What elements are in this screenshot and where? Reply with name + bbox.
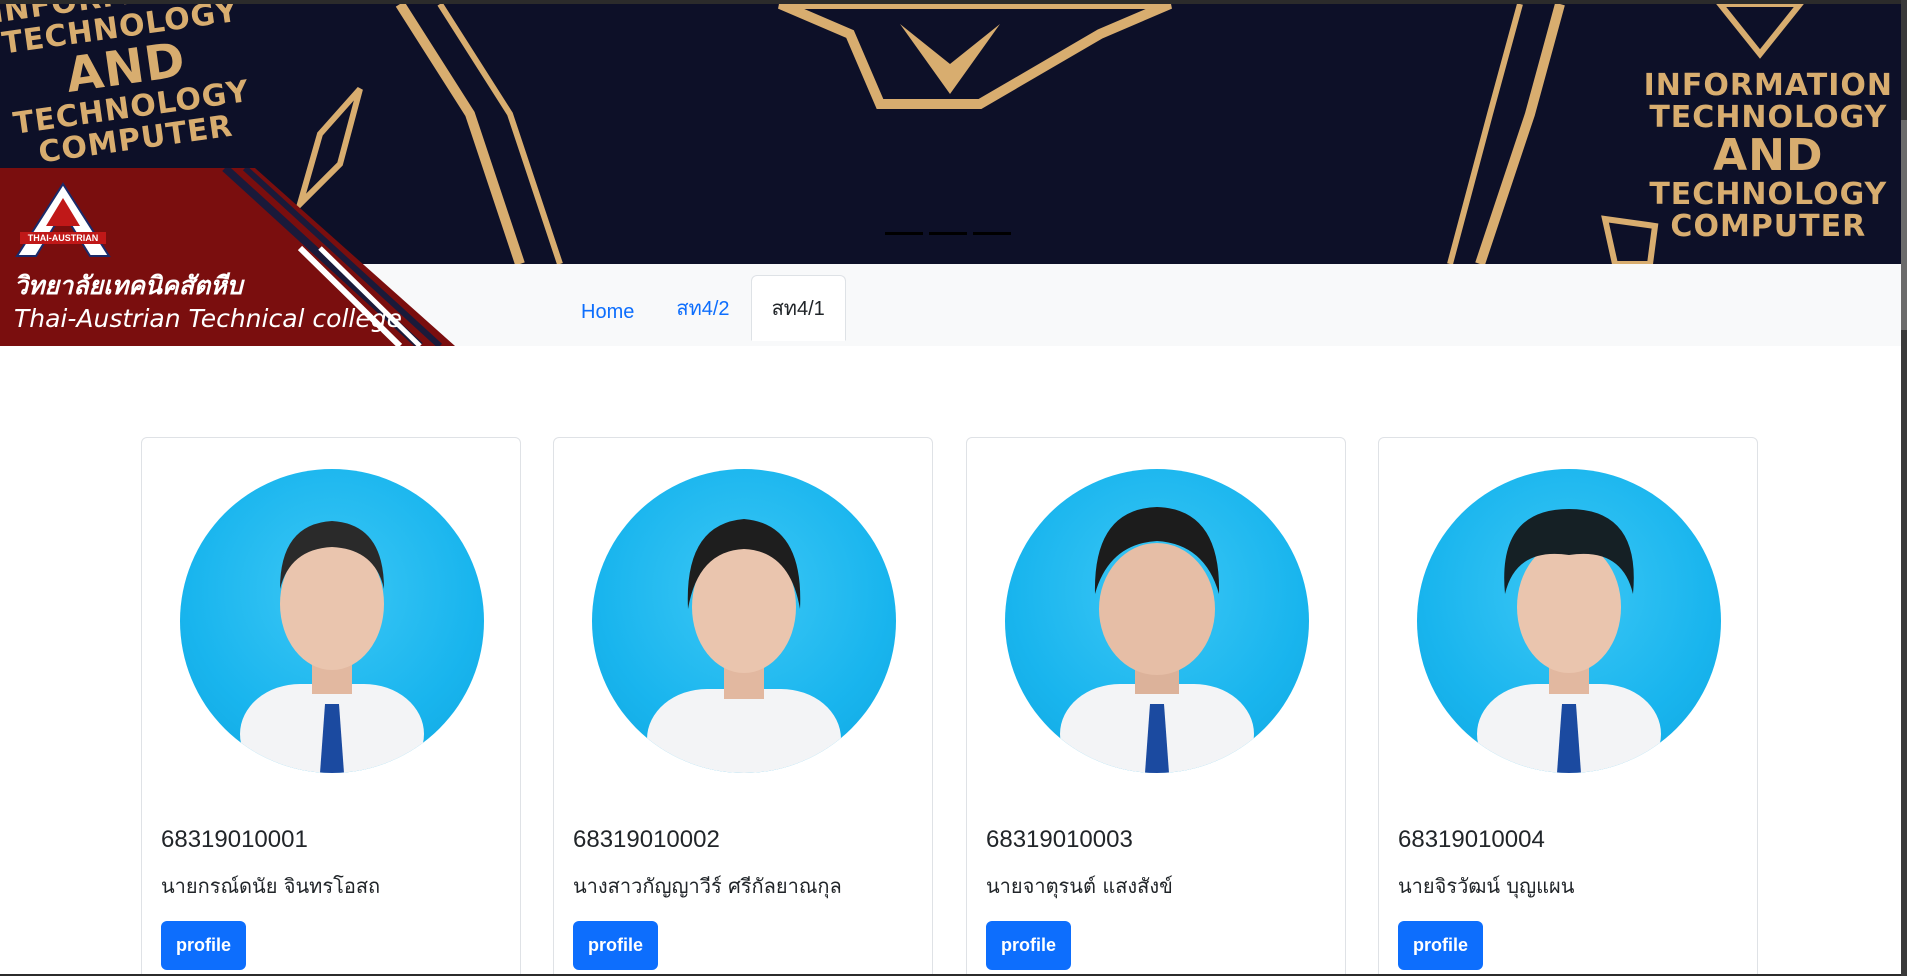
hero-line: TECHNOLOGY	[1649, 99, 1888, 135]
page: INFORMATION TECHNOLOGY AND TECHNOLOGY CO…	[0, 4, 1901, 974]
profile-button[interactable]: profile	[573, 921, 659, 970]
student-name: นายจาตุรนต์ แสงสังข์	[986, 874, 1173, 898]
scrollbar-thumb[interactable]	[1901, 120, 1907, 330]
student-id: 68319010003	[986, 826, 1133, 853]
student-photo	[1417, 469, 1721, 773]
student-name: นางสาวกัญญาวีร์ ศรีกัลยาณกุล	[573, 874, 842, 898]
student-card: 68319010004 นายจิรวัฒน์ บุญแผน profile	[1378, 437, 1758, 974]
person-avatar-icon	[647, 519, 841, 773]
college-logo-icon[interactable]: THAI-AUSTRIAN	[14, 182, 112, 260]
profile-button[interactable]: profile	[986, 921, 1072, 970]
tab-home[interactable]: Home	[560, 284, 655, 341]
college-name-thai: วิทยาลัยเทคนิคสัตหีบ	[14, 271, 243, 300]
student-id: 68319010001	[161, 826, 308, 853]
student-name: นายจิรวัฒน์ บุญแผน	[1398, 874, 1575, 898]
student-card: 68319010002 นางสาวกัญญาวีร์ ศรีกัลยาณกุล…	[553, 437, 933, 974]
person-avatar-icon	[1477, 509, 1661, 773]
hero-line: COMPUTER	[1670, 208, 1867, 244]
hero-right-text: INFORMATION TECHNOLOGY AND TECHNOLOGY CO…	[1644, 70, 1893, 242]
carousel-indicator[interactable]	[929, 232, 967, 235]
student-card: 68319010003 นายจาตุรนต์ แสงสังข์ profile	[966, 437, 1346, 974]
student-photo	[1005, 469, 1309, 773]
student-id: 68319010004	[1398, 826, 1545, 853]
scrollbar[interactable]	[1901, 0, 1907, 976]
college-name-english: Thai-Austrian Technical college	[14, 304, 402, 333]
carousel-indicator[interactable]	[885, 232, 923, 235]
tab-class-4-2[interactable]: สท4/2	[655, 275, 750, 341]
carousel-indicator[interactable]	[973, 232, 1011, 235]
tab-class-4-1[interactable]: สท4/1	[750, 275, 846, 341]
person-avatar-icon	[240, 521, 424, 773]
person-avatar-icon	[1060, 507, 1254, 773]
student-id: 68319010002	[573, 826, 720, 853]
student-name: นายกรณ์ดนัย จินทรโอสถ	[161, 874, 381, 898]
logo-text: THAI-AUSTRIAN	[28, 233, 99, 243]
profile-button[interactable]: profile	[161, 921, 247, 970]
carousel-indicators	[885, 232, 1011, 235]
student-card: 68319010001 นายกรณ์ดนัย จินทรโอสถ profil…	[141, 437, 521, 974]
hero-line: INFORMATION	[1643, 68, 1893, 103]
student-photo	[180, 469, 484, 773]
hero-line: AND	[1713, 130, 1824, 181]
student-photo	[592, 469, 896, 773]
hero-line: TECHNOLOGY	[1649, 177, 1888, 213]
profile-button[interactable]: profile	[1398, 921, 1484, 970]
nav-tabs: Home สท4/2 สท4/1	[560, 275, 846, 341]
